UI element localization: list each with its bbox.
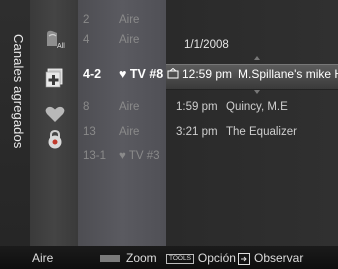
channel-number: 13 bbox=[83, 126, 96, 138]
channel-row[interactable]: 8 Aire bbox=[83, 101, 139, 119]
channel-row[interactable]: 13 Aire bbox=[83, 126, 139, 144]
program-time: 1:59 pm bbox=[176, 101, 218, 113]
channel-number: 8 bbox=[83, 101, 90, 113]
program-title: Quincy, M.E bbox=[226, 101, 288, 113]
channel-row[interactable]: 13-1 ♥ TV #3 bbox=[83, 150, 160, 168]
all-channels-icon[interactable]: All bbox=[44, 28, 66, 50]
program-guide: 1/1/2008 1:59 pm Quincy, M.E 3:21 pm The E… bbox=[166, 0, 338, 246]
watch-label: Observar bbox=[254, 251, 304, 265]
channel-number: 4 bbox=[83, 34, 90, 46]
scroll-down-arrow-icon[interactable] bbox=[254, 90, 260, 94]
channel-number: 2 bbox=[83, 14, 90, 26]
reservation-clock-icon bbox=[166, 67, 180, 81]
channel-number: 4-2 bbox=[83, 67, 102, 81]
footer-bar: Aire Zoom TOOLS Opción Observar bbox=[0, 246, 338, 269]
channel-name: Aire bbox=[119, 101, 140, 113]
channel-name: ♥ TV #3 bbox=[119, 150, 160, 162]
side-tab-label: Canales agregados bbox=[11, 34, 26, 149]
channel-name: Aire bbox=[119, 34, 140, 46]
channel-list: 2 Aire 4 Aire 4-2 ♥ TV #8 8 Aire 13 Aire 13-1… bbox=[78, 0, 166, 246]
category-icon-column: All bbox=[30, 0, 78, 246]
channel-number: 13-1 bbox=[83, 150, 107, 162]
channel-name: Aire bbox=[119, 14, 140, 26]
option-hint[interactable]: TOOLS Opción bbox=[166, 251, 236, 265]
selected-program-time: 12:59 pm bbox=[182, 67, 233, 81]
program-time: 3:21 pm bbox=[176, 126, 218, 138]
channel-name: ♥ TV #8 bbox=[119, 67, 164, 81]
side-tab[interactable]: Canales agregados bbox=[0, 0, 30, 246]
program-row[interactable]: 3:21 pm The Equalizer bbox=[176, 126, 297, 138]
channel-name: Aire bbox=[119, 126, 140, 138]
footer-mode: Aire bbox=[32, 251, 54, 265]
program-title: The Equalizer bbox=[226, 126, 297, 138]
watch-hint[interactable]: Observar bbox=[238, 251, 303, 265]
favorite-heart-icon[interactable] bbox=[44, 103, 66, 125]
tools-key-icon: TOOLS bbox=[166, 253, 194, 264]
add-channel-icon[interactable] bbox=[44, 66, 66, 88]
option-label: Opción bbox=[197, 251, 236, 265]
scroll-up-arrow-icon[interactable] bbox=[254, 56, 260, 60]
zoom-label: Zoom bbox=[126, 251, 157, 265]
selected-program-title: M.Spillane's mike Ha. bbox=[238, 67, 338, 81]
channel-row-selected[interactable]: 4-2 ♥ TV #8 bbox=[83, 67, 163, 85]
exit-enter-icon bbox=[238, 252, 250, 265]
selected-program-row[interactable]: 12:59 pm M.Spillane's mike Ha. bbox=[166, 67, 338, 85]
svg-text:All: All bbox=[57, 43, 65, 50]
lock-icon[interactable] bbox=[44, 128, 66, 150]
channel-row[interactable]: 4 Aire bbox=[83, 34, 139, 52]
program-date: 1/1/2008 bbox=[184, 39, 229, 51]
zoom-hint[interactable]: Zoom bbox=[100, 251, 157, 265]
program-row[interactable]: 1:59 pm Quincy, M.E bbox=[176, 101, 288, 113]
channel-row[interactable]: 2 Aire bbox=[83, 14, 139, 32]
channel-list-screen: Canales agregados All 2 Aire 4 Aire 4-2 … bbox=[0, 0, 338, 269]
zoom-color-key-icon bbox=[100, 255, 120, 263]
